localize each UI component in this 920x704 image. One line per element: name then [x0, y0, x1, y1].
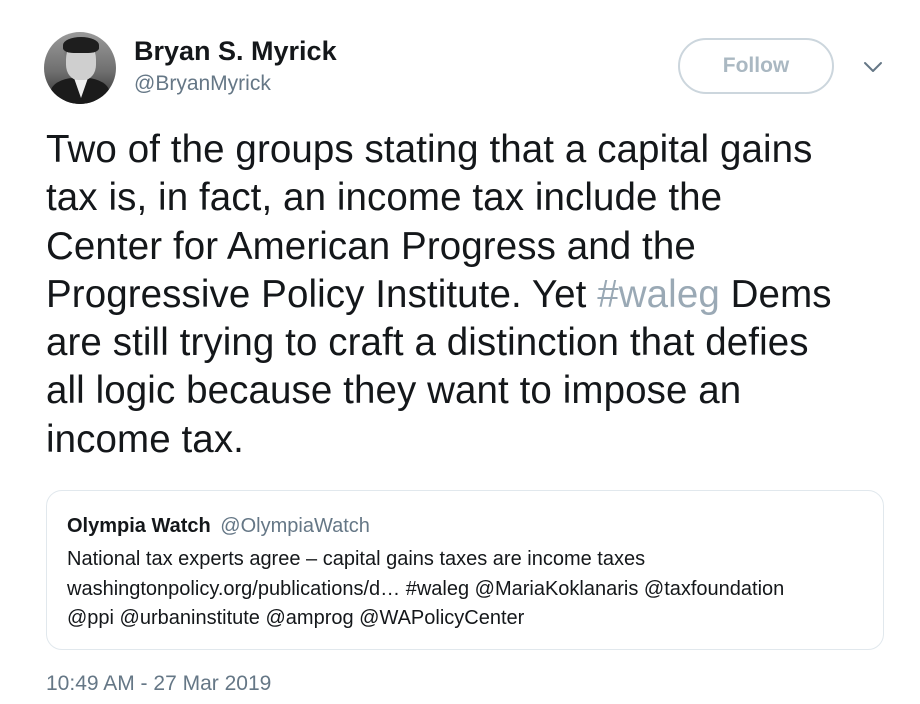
tweet-line: Two of the groups stating that a capital…: [46, 128, 813, 171]
tweet-line: Progressive Policy Institute. Yet #waleg…: [46, 271, 896, 319]
hashtag-link[interactable]: #waleg: [597, 273, 720, 316]
quoted-line: National tax experts agree – capital gai…: [67, 548, 646, 570]
quoted-tweet-text: National tax experts agree – capital gai…: [67, 545, 877, 634]
author-name[interactable]: Bryan S. Myrick: [134, 36, 337, 67]
quoted-line: @ppi @urbaninstitute @amprog @WAPolicyCe…: [67, 607, 525, 629]
tweet-text-segment: Dems: [719, 272, 832, 316]
tweet-header: Bryan S. Myrick @BryanMyrick Follow: [44, 32, 894, 104]
follow-button[interactable]: Follow: [678, 38, 834, 94]
tweet-line: Center for American Progress and the: [46, 224, 696, 268]
quoted-author-name: Olympia Watch: [67, 515, 211, 537]
chevron-down-icon[interactable]: [862, 56, 884, 78]
tweet-text-segment: Progressive Policy Institute. Yet: [46, 272, 598, 316]
tweet-line: are still trying to craft a distinction …: [46, 321, 809, 365]
avatar-hair: [63, 37, 99, 53]
quoted-line: washingtonpolicy.org/publications/d… #wa…: [67, 577, 785, 600]
tweet-timestamp[interactable]: 10:49 AM - 27 Mar 2019: [46, 672, 271, 696]
tweet-text: Two of the groups stating that a capital…: [46, 126, 896, 464]
quoted-tweet-header: Olympia Watch @OlympiaWatch: [67, 515, 370, 538]
tweet-line: tax is, in fact, an income tax include t…: [46, 176, 723, 220]
tweet-line: all logic because they want to impose an: [46, 369, 742, 413]
quoted-tweet-card[interactable]: Olympia Watch @OlympiaWatch National tax…: [46, 490, 884, 650]
author-handle[interactable]: @BryanMyrick: [134, 72, 271, 96]
avatar[interactable]: [44, 32, 116, 104]
tweet-line: income tax.: [46, 417, 244, 461]
quoted-author-handle: @OlympiaWatch: [220, 515, 370, 537]
